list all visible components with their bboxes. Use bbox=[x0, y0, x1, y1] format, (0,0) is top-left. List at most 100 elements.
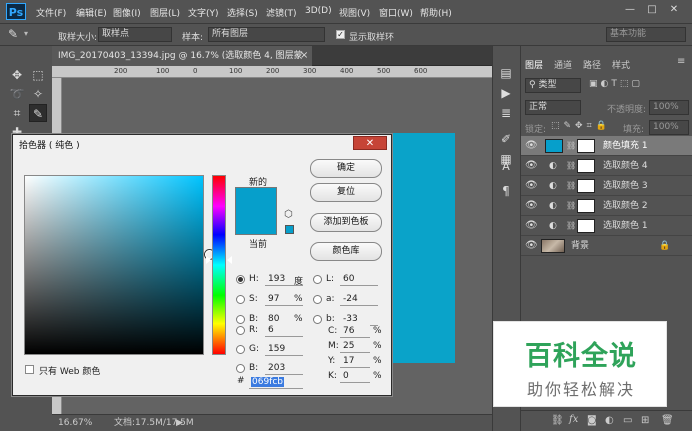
eye-icon[interactable]: 👁 bbox=[525, 196, 538, 216]
sample-select[interactable]: 所有图层 bbox=[208, 27, 325, 42]
close-window-button[interactable]: ✕ bbox=[666, 3, 682, 17]
show-ring-checkbox[interactable]: ✓ bbox=[336, 30, 345, 39]
menu-select[interactable]: 选择(S) bbox=[227, 6, 258, 19]
radio-r[interactable] bbox=[236, 326, 245, 335]
move-tool-icon[interactable]: ✥ bbox=[8, 66, 26, 84]
color-libraries-button[interactable]: 颜色库 bbox=[310, 242, 382, 261]
chain-icon[interactable]: ⛓ bbox=[566, 136, 576, 156]
hue-slider-left-arrow[interactable] bbox=[206, 256, 211, 264]
lasso-tool-icon[interactable]: ➰ bbox=[8, 85, 26, 103]
status-arrow-icon[interactable]: ▶ bbox=[176, 415, 183, 431]
chain-icon[interactable]: ⛓ bbox=[566, 216, 576, 236]
document-tab[interactable]: IMG_20170403_13394.jpg @ 16.7% (选取颜色 4, … bbox=[52, 46, 312, 81]
web-safe-swatch-icon[interactable] bbox=[285, 225, 294, 234]
layer-row-selective-color-4[interactable]: 👁 ◐ ⛓ 选取颜色 4 bbox=[521, 156, 692, 176]
menu-window[interactable]: 窗口(W) bbox=[379, 6, 413, 19]
layer-row-color-fill[interactable]: 👁 ⛓ 颜色填充 1 bbox=[521, 136, 692, 156]
properties-panel-icon[interactable]: ≣ bbox=[497, 104, 515, 122]
tab-channels[interactable]: 通道 bbox=[554, 58, 572, 71]
panel-menu-icon[interactable]: ≡ bbox=[677, 56, 685, 67]
layer-row-selective-color-3[interactable]: 👁 ◐ ⛓ 选取颜色 3 bbox=[521, 176, 692, 196]
radio-b-brightness[interactable] bbox=[236, 315, 245, 324]
radio-b-blue[interactable] bbox=[236, 364, 245, 373]
link-layers-icon[interactable]: ⛓ bbox=[551, 415, 564, 426]
menu-image[interactable]: 图像(I) bbox=[113, 6, 141, 19]
eye-icon[interactable]: 👁 bbox=[525, 176, 538, 196]
layer-row-background[interactable]: 👁 背景 🔒 bbox=[521, 236, 692, 256]
web-only-checkbox[interactable] bbox=[25, 365, 34, 374]
magic-wand-tool-icon[interactable]: ✧ bbox=[29, 85, 47, 103]
minimize-button[interactable]: — bbox=[622, 3, 638, 17]
radio-a[interactable] bbox=[313, 295, 322, 304]
red-input[interactable]: 6 bbox=[265, 323, 303, 337]
chevron-down-icon[interactable]: ▾ bbox=[24, 29, 28, 38]
green-input[interactable]: 159 bbox=[265, 342, 303, 356]
trash-icon[interactable]: 🗑 bbox=[661, 415, 674, 426]
chain-icon[interactable]: ⛓ bbox=[566, 156, 576, 176]
tab-layers[interactable]: 图层 bbox=[525, 58, 543, 71]
layer-filter-select[interactable]: ⚲ 类型 bbox=[525, 78, 581, 93]
dialog-close-button[interactable]: ✕ bbox=[353, 136, 387, 150]
eye-icon[interactable]: 👁 bbox=[525, 156, 538, 176]
restore-button[interactable]: □ bbox=[644, 3, 660, 17]
saturation-brightness-field[interactable] bbox=[24, 175, 214, 355]
radio-h[interactable] bbox=[236, 275, 245, 284]
radio-g[interactable] bbox=[236, 345, 245, 354]
yellow-input[interactable]: 17 bbox=[340, 354, 370, 368]
reset-button[interactable]: 复位 bbox=[310, 183, 382, 202]
eye-icon[interactable]: 👁 bbox=[525, 136, 538, 156]
add-to-swatches-button[interactable]: 添加到色板 bbox=[310, 213, 382, 232]
radio-l[interactable] bbox=[313, 275, 322, 284]
radio-lab-b[interactable] bbox=[313, 315, 322, 324]
black-input[interactable]: 0 bbox=[340, 369, 370, 383]
actions-panel-icon[interactable]: ▶ bbox=[497, 84, 515, 102]
brush-panel-icon[interactable]: ✐ bbox=[497, 130, 515, 148]
fill-field[interactable]: 100% bbox=[649, 120, 689, 135]
cyan-input[interactable]: 76 bbox=[340, 324, 370, 338]
layer-row-selective-color-1[interactable]: 👁 ◐ ⛓ 选取颜色 1 bbox=[521, 216, 692, 236]
lab-l-input[interactable]: 60 bbox=[340, 272, 378, 286]
eyedropper-tool-icon[interactable]: ✎ bbox=[29, 104, 47, 122]
menu-help[interactable]: 帮助(H) bbox=[420, 6, 452, 19]
radio-s[interactable] bbox=[236, 295, 245, 304]
lab-a-input[interactable]: -24 bbox=[340, 292, 378, 306]
new-group-icon[interactable]: ▭ bbox=[623, 415, 632, 426]
eyedropper-tool-preset-icon[interactable]: ✎ bbox=[8, 27, 18, 41]
opacity-field[interactable]: 100% bbox=[649, 100, 689, 115]
lock-icons[interactable]: ⬚✎✥⌗🔒 bbox=[551, 121, 611, 131]
hue-slider-right-arrow[interactable] bbox=[227, 256, 232, 264]
crop-tool-icon[interactable]: ⌗ bbox=[8, 104, 26, 122]
tab-paths[interactable]: 路径 bbox=[583, 58, 601, 71]
hue-slider[interactable] bbox=[212, 175, 226, 355]
paragraph-panel-icon[interactable]: ¶ bbox=[497, 182, 515, 200]
eye-icon[interactable]: 👁 bbox=[525, 216, 538, 236]
adjustment-layer-icon[interactable]: ◐ bbox=[605, 415, 614, 426]
eye-icon[interactable]: 👁 bbox=[525, 236, 538, 256]
fx-icon[interactable]: fx bbox=[569, 414, 578, 425]
add-mask-icon[interactable]: ◙ bbox=[587, 415, 597, 426]
layer-filter-icons[interactable]: ▣◐T⬚▢ bbox=[589, 79, 643, 89]
menu-type[interactable]: 文字(Y) bbox=[188, 6, 219, 19]
ok-button[interactable]: 确定 bbox=[310, 159, 382, 178]
menu-layer[interactable]: 图层(L) bbox=[150, 6, 180, 19]
marquee-tool-icon[interactable]: ⬚ bbox=[29, 66, 47, 84]
new-layer-icon[interactable]: ⊞ bbox=[641, 415, 649, 426]
workspace-select[interactable]: 基本功能 bbox=[606, 27, 686, 42]
sample-size-select[interactable]: 取样点 bbox=[98, 27, 172, 42]
menu-filter[interactable]: 滤镜(T) bbox=[266, 6, 297, 19]
menu-file[interactable]: 文件(F) bbox=[36, 6, 66, 19]
chain-icon[interactable]: ⛓ bbox=[566, 196, 576, 216]
character-panel-icon[interactable]: A bbox=[497, 158, 515, 176]
blue-input[interactable]: 203 bbox=[265, 361, 303, 375]
menu-3d[interactable]: 3D(D) bbox=[305, 6, 332, 16]
menu-view[interactable]: 视图(V) bbox=[339, 6, 370, 19]
zoom-level[interactable]: 16.67% bbox=[58, 415, 92, 431]
layer-row-selective-color-2[interactable]: 👁 ◐ ⛓ 选取颜色 2 bbox=[521, 196, 692, 216]
cube-icon[interactable]: ⬡ bbox=[284, 209, 293, 220]
tab-styles[interactable]: 样式 bbox=[612, 58, 630, 71]
menu-edit[interactable]: 编辑(E) bbox=[76, 6, 107, 19]
magenta-input[interactable]: 25 bbox=[340, 339, 370, 353]
chain-icon[interactable]: ⛓ bbox=[566, 176, 576, 196]
hex-input[interactable]: 069fcb bbox=[249, 375, 303, 389]
blend-mode-select[interactable]: 正常 bbox=[525, 100, 581, 115]
